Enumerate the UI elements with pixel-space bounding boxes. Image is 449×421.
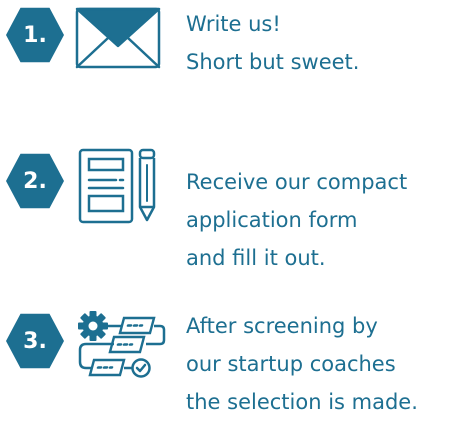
step-text-line: application form <box>186 208 358 232</box>
step-number-badge: 2. <box>6 153 64 209</box>
step-number-badge: 1. <box>6 7 64 63</box>
form-and-pencil-icon <box>78 148 156 224</box>
step-number: 1. <box>23 23 47 48</box>
step-text-line: Receive our compact <box>186 170 408 194</box>
envelope-icon <box>75 7 161 69</box>
step-text-line: the selection is made. <box>186 390 418 414</box>
step-text-line: Short but sweet. <box>186 50 360 74</box>
workflow-gear-icon <box>78 311 166 378</box>
step-number-badge: 3. <box>6 313 64 369</box>
step-text-line: our startup coaches <box>186 352 396 376</box>
step-description: Write us! Short but sweet. <box>186 5 359 81</box>
step-description: Receive our compact application form and… <box>186 163 407 277</box>
step-description: After screening by our startup coaches t… <box>186 307 418 421</box>
step-text-line: Write us! <box>186 12 281 36</box>
step-text-line: After screening by <box>186 314 378 338</box>
step-number: 2. <box>23 169 47 194</box>
step-text-line: and fill it out. <box>186 246 326 270</box>
step-number: 3. <box>23 329 47 354</box>
